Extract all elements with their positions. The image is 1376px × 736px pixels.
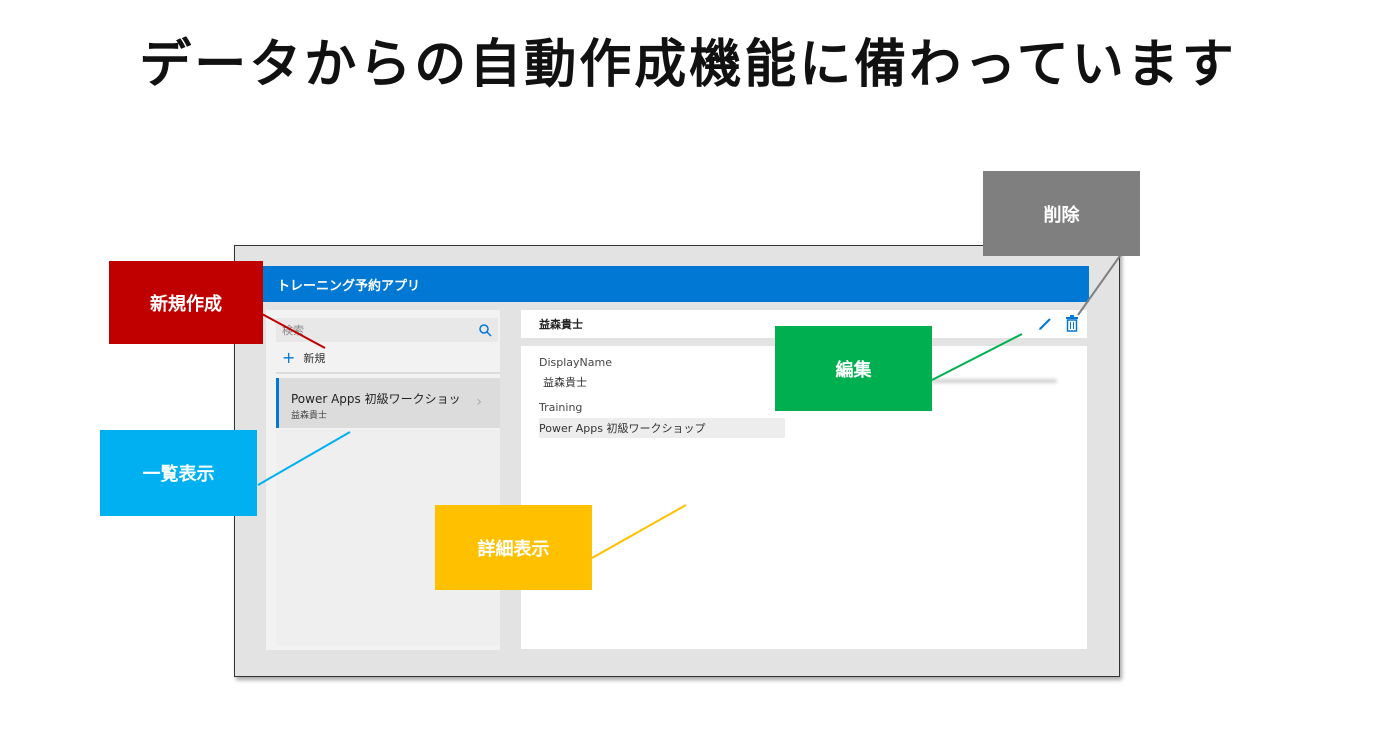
- list-item[interactable]: Power Apps 初級ワークショッ 益森貴士 ›: [276, 378, 500, 428]
- app-screenshot: トレーニング予約アプリ 検索 + 新規 Power Apps 初級ワークショッ …: [234, 245, 1120, 677]
- field-label-training: Training: [539, 401, 583, 414]
- field-value-training: Power Apps 初級ワークショップ: [539, 418, 785, 438]
- pencil-icon[interactable]: [1037, 316, 1053, 332]
- field-value-displayname: 益森貴士: [543, 376, 587, 389]
- plus-icon: +: [282, 348, 296, 367]
- callout-edit: 編集: [775, 326, 932, 411]
- field-label-displayname: DisplayName: [539, 356, 612, 369]
- list-item-subtitle: 益森貴士: [291, 411, 328, 421]
- trash-icon[interactable]: [1065, 315, 1079, 332]
- search-placeholder: 検索: [282, 324, 304, 337]
- blurred-text: [931, 379, 1057, 383]
- chevron-right-icon: ›: [476, 394, 482, 410]
- callout-detail-view: 詳細表示: [435, 505, 592, 590]
- new-button[interactable]: + 新規: [282, 348, 325, 368]
- new-button-label: 新規: [303, 352, 326, 365]
- search-icon[interactable]: [478, 323, 492, 337]
- callout-new: 新規作成: [109, 261, 263, 344]
- list-item-title: Power Apps 初級ワークショッ: [291, 392, 461, 406]
- divider: [276, 372, 500, 374]
- slide-title: データからの自動作成機能に備わっています: [139, 35, 1237, 95]
- callout-list-view: 一覧表示: [100, 430, 257, 516]
- app-header: トレーニング予約アプリ: [263, 266, 1089, 302]
- gallery-panel: 検索 + 新規 Power Apps 初級ワークショッ 益森貴士 ›: [266, 310, 500, 650]
- search-input[interactable]: 検索: [276, 318, 498, 342]
- callout-delete: 削除: [983, 171, 1140, 256]
- detail-title: 益森貴士: [539, 318, 583, 331]
